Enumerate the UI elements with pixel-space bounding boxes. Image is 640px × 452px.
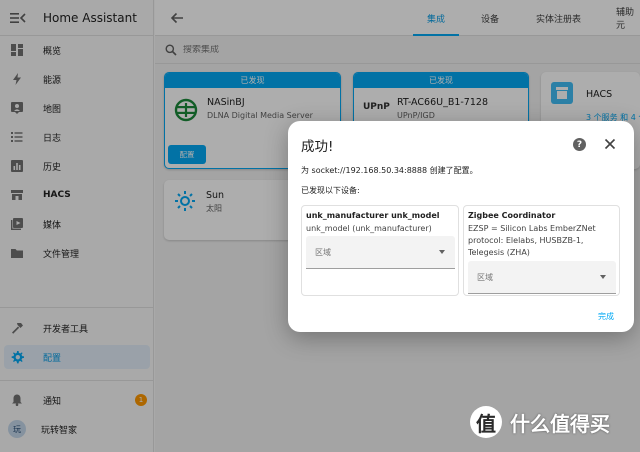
dialog-message: 为 socket://192.168.50.34:8888 创建了配置。 (301, 166, 478, 175)
device-card: Zigbee Coordinator EZSP = Silicon Labs E… (463, 205, 620, 296)
watermark-text: 什么值得买 (510, 411, 610, 436)
dropdown-arrow-icon (600, 275, 606, 279)
dropdown-arrow-icon (439, 250, 445, 254)
area-select-label: 区域 (315, 248, 331, 257)
done-button[interactable]: 完成 (598, 311, 614, 322)
area-select-label: 区域 (477, 273, 493, 282)
watermark-logo-icon: 值 (470, 406, 502, 438)
success-dialog: 成功! ? 为 socket://192.168.50.34:8888 创建了配… (288, 121, 634, 332)
device-name: Zigbee Coordinator (468, 211, 556, 220)
device-name: unk_manufacturer unk_model (306, 211, 440, 220)
device-model: EZSP = Silicon Labs EmberZNet protocol: … (468, 224, 596, 257)
area-select[interactable]: 区域 (306, 236, 455, 269)
close-icon[interactable] (604, 138, 616, 150)
device-model: unk_model (unk_manufacturer) (306, 224, 432, 233)
watermark: 值 什么值得买 (470, 406, 610, 438)
devices-header: 已发现以下设备: (301, 186, 360, 195)
dialog-title: 成功! (301, 139, 334, 155)
device-card: unk_manufacturer unk_model unk_model (un… (301, 205, 459, 296)
area-select[interactable]: 区域 (468, 261, 616, 294)
help-icon[interactable]: ? (573, 138, 586, 151)
